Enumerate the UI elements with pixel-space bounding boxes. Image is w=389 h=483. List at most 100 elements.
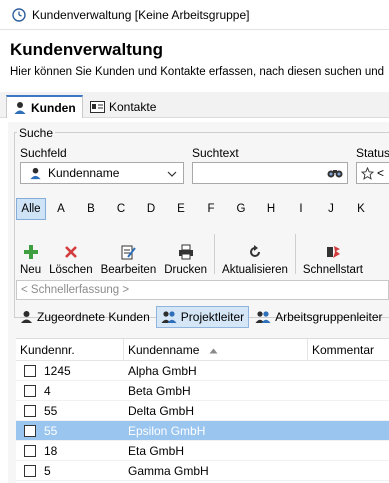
- contact-card-icon: [90, 100, 105, 113]
- cell-customer-name: Alpha GmbH: [128, 364, 197, 378]
- status-select[interactable]: <: [356, 162, 389, 184]
- tab-kunden-label: Kunden: [31, 100, 76, 115]
- cell-comment: [308, 461, 389, 481]
- refresh-button-label: Aktualisieren: [222, 264, 288, 276]
- cell-customer-number: 1245: [44, 364, 71, 378]
- table-row[interactable]: 4 Beta GmbH: [16, 381, 389, 401]
- customer-icon: [30, 167, 41, 179]
- row-checkbox[interactable]: [24, 465, 36, 477]
- delete-x-icon: [64, 246, 77, 258]
- search-field-select[interactable]: Kundenname: [20, 162, 184, 184]
- alpha-filter-k[interactable]: K: [346, 198, 376, 220]
- table-row[interactable]: 18 Eta GmbH: [16, 441, 389, 461]
- binoculars-icon[interactable]: [327, 167, 343, 179]
- group-icon: [255, 311, 271, 323]
- cell-customer-name: Delta GmbH: [128, 404, 195, 418]
- table-row[interactable]: 55 Epsilon GmbH: [16, 421, 389, 441]
- window-title: Kundenverwaltung [Keine Arbeitsgruppe]: [32, 7, 250, 22]
- person-icon: [21, 311, 32, 323]
- customer-icon: [14, 101, 26, 114]
- delete-button-label: Löschen: [49, 264, 93, 276]
- plus-icon: [23, 245, 38, 259]
- print-button-label: Drucken: [164, 264, 208, 276]
- edit-button[interactable]: Bearbeiten: [97, 230, 161, 276]
- alpha-filter-f[interactable]: F: [196, 198, 226, 220]
- search-group-label: Suche: [17, 126, 56, 140]
- tab-kontakte[interactable]: Kontakte: [84, 95, 162, 118]
- alpha-filter-i[interactable]: I: [286, 198, 316, 220]
- tab-kunden[interactable]: Kunden: [6, 95, 83, 118]
- group-icon: [161, 311, 177, 323]
- toolbar: Neu Löschen Bearbeiten Drucken Aktualisi…: [16, 230, 389, 278]
- toolbar-separator: [294, 234, 296, 274]
- alpha-filter-a[interactable]: A: [46, 198, 76, 220]
- view-workgroup-lead[interactable]: Arbeitsgruppenleiter: [251, 306, 386, 328]
- cell-comment: [308, 421, 389, 441]
- cell-customer-number: 5: [44, 464, 51, 478]
- table-row[interactable]: 5 Gamma GmbH: [16, 461, 389, 481]
- title-bar: Kundenverwaltung [Keine Arbeitsgruppe]: [0, 0, 389, 30]
- row-checkbox[interactable]: [24, 425, 36, 437]
- search-field-value: Kundenname: [48, 166, 120, 180]
- view-project-lead[interactable]: Projektleiter: [155, 306, 250, 328]
- new-button-label: Neu: [20, 264, 42, 276]
- star-icon: [361, 166, 374, 180]
- cell-customer-number: 55: [44, 424, 58, 438]
- cell-customer-number: 55: [44, 404, 58, 418]
- column-header-customer-name-label: Kundenname: [128, 343, 200, 357]
- quickstart-button[interactable]: Schnellstart: [299, 230, 367, 276]
- view-assigned-customers[interactable]: Zugeordnete Kunden: [16, 306, 154, 328]
- tab-kontakte-label: Kontakte: [109, 99, 157, 114]
- printer-icon: [178, 244, 193, 260]
- cell-customer-name: Eta GmbH: [128, 444, 185, 458]
- view-workgroup-lead-label: Arbeitsgruppenleiter: [275, 310, 383, 324]
- quickstart-icon: [326, 246, 340, 258]
- alpha-filter-e[interactable]: E: [166, 198, 196, 220]
- sort-ascending-icon: [209, 348, 218, 354]
- tab-bar: Kunden Kontakte: [0, 92, 389, 118]
- delete-button[interactable]: Löschen: [45, 230, 96, 276]
- view-project-lead-label: Projektleiter: [180, 310, 245, 324]
- cell-customer-name: Beta GmbH: [128, 384, 191, 398]
- quickstart-button-label: Schnellstart: [302, 264, 363, 276]
- status-value: <: [377, 166, 385, 180]
- cell-customer-name: Epsilon GmbH: [128, 424, 206, 438]
- alpha-filter-g[interactable]: G: [226, 198, 256, 220]
- row-checkbox[interactable]: [24, 445, 36, 457]
- column-header-comment[interactable]: Kommentar: [308, 339, 389, 361]
- refresh-button[interactable]: Aktualisieren: [218, 230, 292, 276]
- alpha-filter-all[interactable]: Alle: [16, 198, 46, 220]
- column-header-customer-name[interactable]: Kundenname: [124, 339, 308, 361]
- chevron-down-icon: [167, 171, 177, 177]
- status-label: Status: [356, 146, 389, 160]
- search-text-label: Suchtext: [192, 146, 239, 160]
- clock-icon: [12, 7, 26, 22]
- cell-customer-name: Gamma GmbH: [128, 464, 209, 478]
- alpha-filter-d[interactable]: D: [136, 198, 166, 220]
- quick-entry-input[interactable]: < Schnellerfassung >: [16, 280, 389, 300]
- search-text-input[interactable]: [192, 162, 348, 184]
- cell-comment: [308, 401, 389, 421]
- column-header-customer-number[interactable]: Kundennr.: [16, 339, 124, 361]
- customer-table: Kundennr. Kundenname Kommentar 1245 Alpha…: [16, 338, 389, 483]
- alpha-filter-b[interactable]: B: [76, 198, 106, 220]
- page-title: Kundenverwaltung: [10, 40, 164, 59]
- toolbar-separator: [214, 234, 216, 274]
- view-switcher: Zugeordnete Kunden Projektleiter Arbeits…: [16, 306, 389, 328]
- refresh-icon: [249, 245, 260, 257]
- cell-customer-number: 4: [44, 384, 51, 398]
- table-row[interactable]: 1245 Alpha GmbH: [16, 361, 389, 381]
- alpha-filter-c[interactable]: C: [106, 198, 136, 220]
- cell-customer-number: 18: [44, 444, 58, 458]
- print-button[interactable]: Drucken: [160, 230, 211, 276]
- row-checkbox[interactable]: [24, 365, 36, 377]
- row-checkbox[interactable]: [24, 385, 36, 397]
- page-subtitle: Hier können Sie Kunden und Kontakte erfa…: [10, 66, 385, 78]
- row-checkbox[interactable]: [24, 405, 36, 417]
- customers-panel: Suche Suchfeld Kundenname Suchtext Statu…: [8, 122, 389, 483]
- alpha-filter-j[interactable]: J: [316, 198, 346, 220]
- view-assigned-customers-label: Zugeordnete Kunden: [37, 310, 150, 324]
- table-row[interactable]: 55 Delta GmbH: [16, 401, 389, 421]
- new-button[interactable]: Neu: [16, 230, 45, 276]
- alpha-filter-h[interactable]: H: [256, 198, 286, 220]
